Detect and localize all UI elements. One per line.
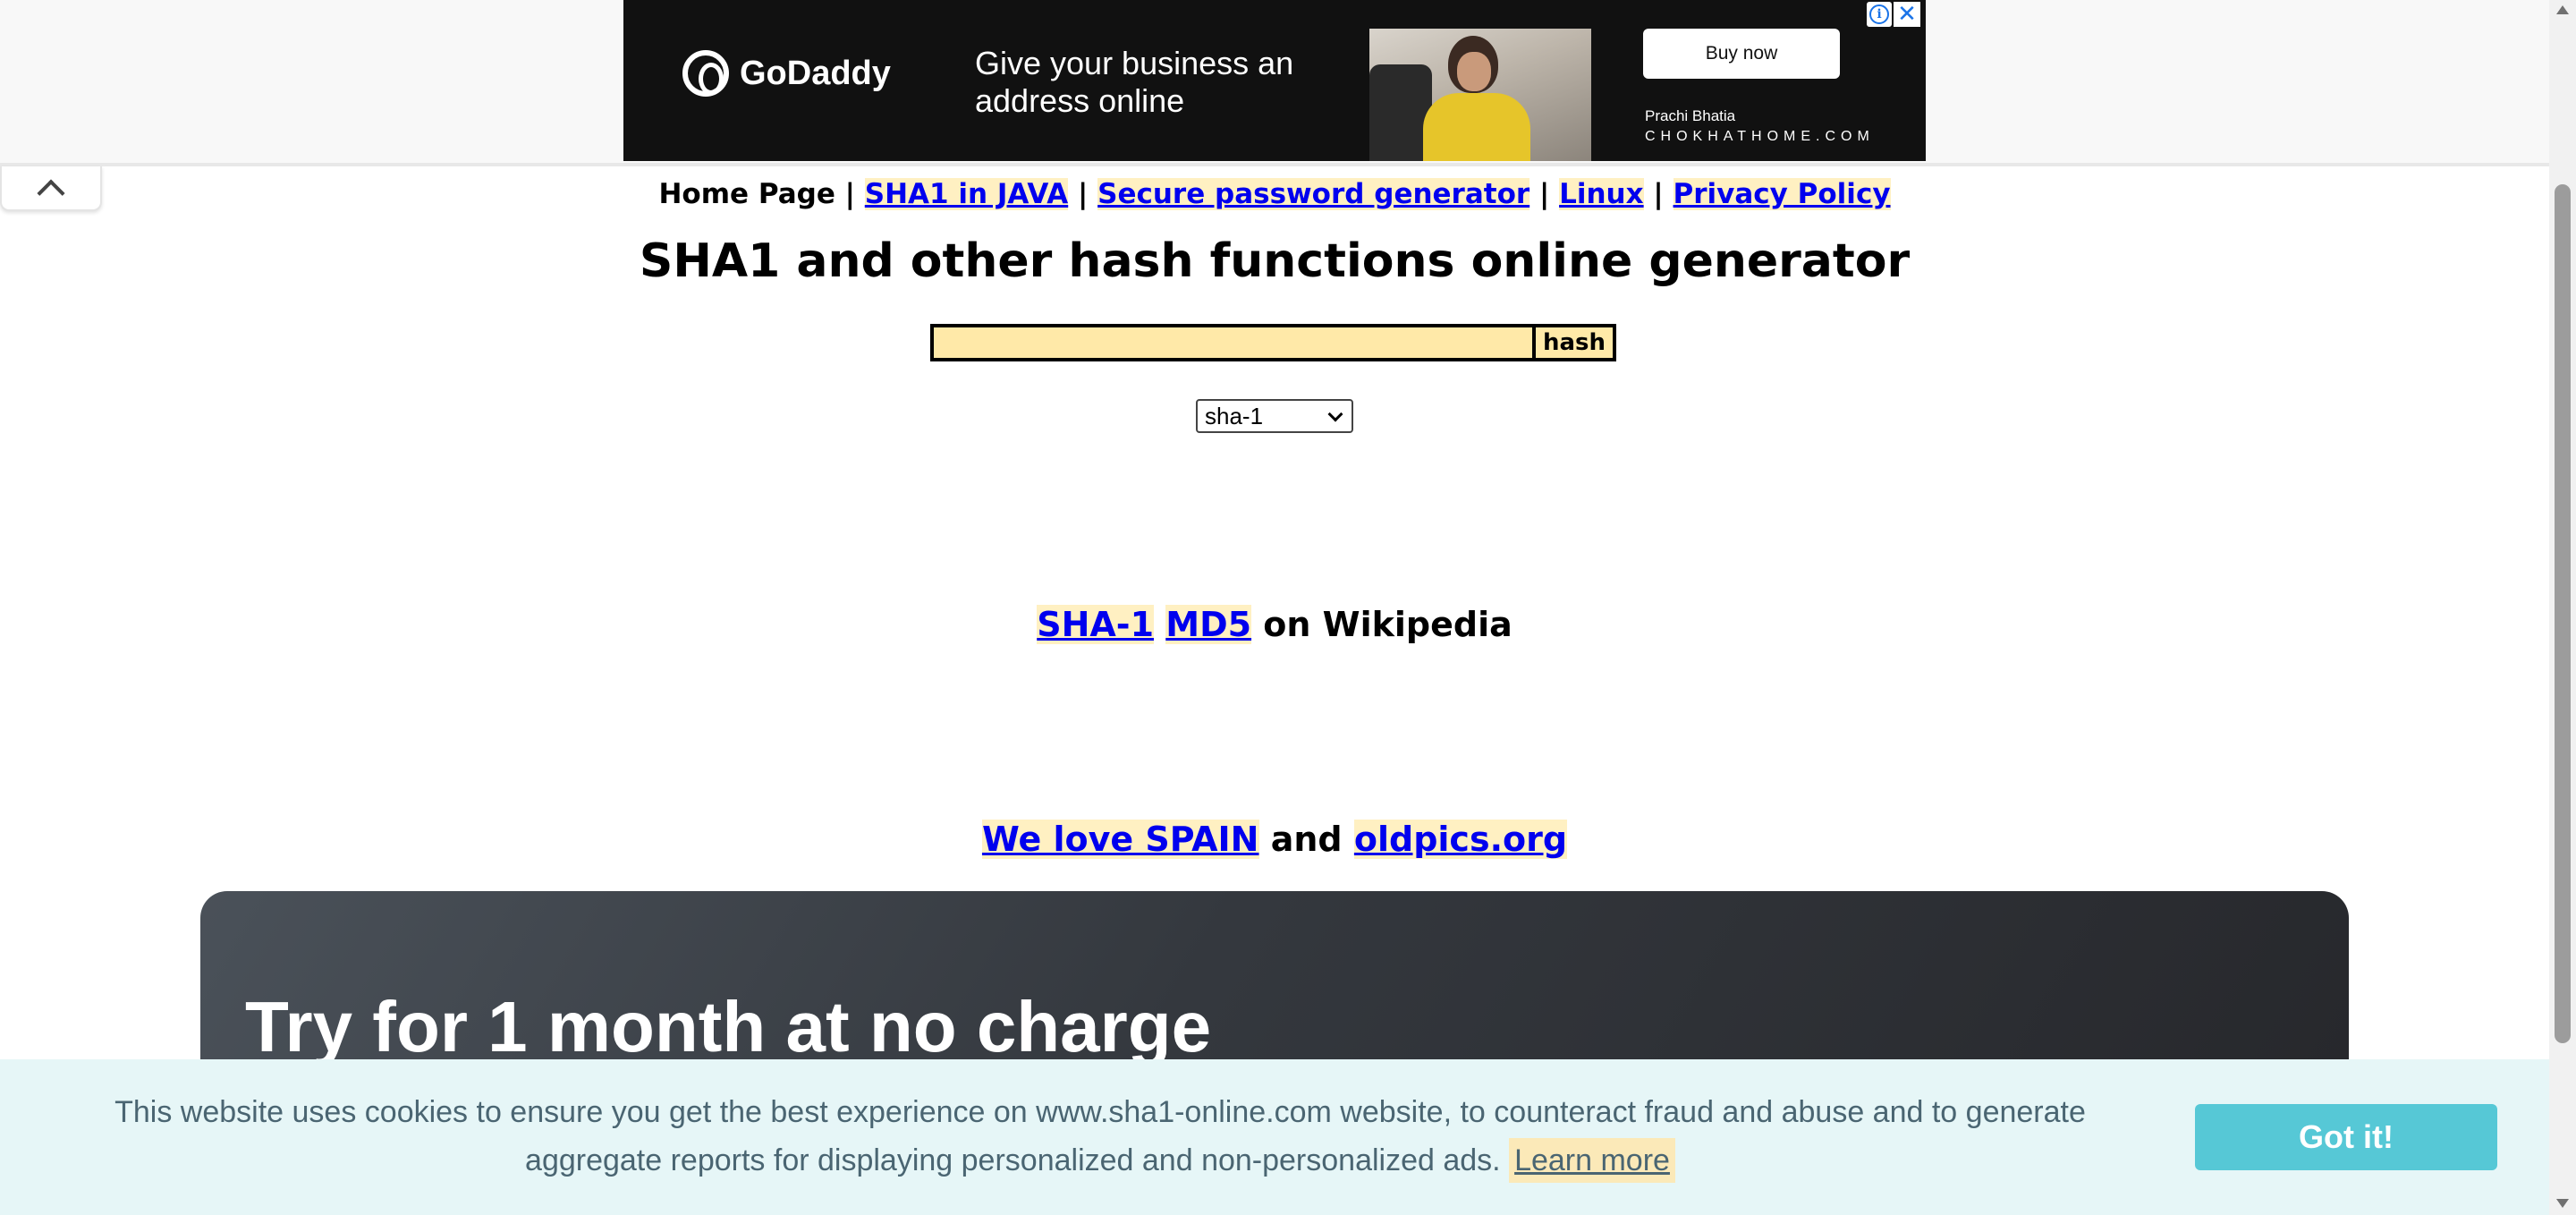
nav-home: Home Page: [658, 178, 835, 210]
cookie-message: This website uses cookies to ensure you …: [80, 1088, 2120, 1185]
hash-input[interactable]: [930, 324, 1534, 361]
nav-link-password-generator[interactable]: Secure password generator: [1097, 178, 1530, 210]
ad-brand: GoDaddy: [740, 54, 891, 92]
algorithm-selected-value: sha-1: [1205, 402, 1264, 429]
partner-links-and: and: [1270, 820, 1343, 859]
cookie-learn-more-link[interactable]: Learn more: [1509, 1138, 1675, 1183]
we-love-spain-link[interactable]: We love SPAIN: [981, 820, 1259, 859]
hash-form: hash: [930, 324, 1616, 361]
ad-site: CHOKHATHOME.COM: [1645, 129, 1875, 144]
promo-title: Try for 1 month at no charge: [245, 987, 1212, 1066]
chevron-down-icon: [1327, 406, 1343, 422]
godaddy-logo: GoDaddy: [682, 50, 891, 97]
godaddy-logo-icon: [682, 50, 729, 97]
ad-photo: [1369, 29, 1591, 161]
nav-separator: |: [844, 178, 855, 210]
ad-credit: Prachi Bhatia: [1645, 107, 1736, 124]
ad-close-icon[interactable]: ✕: [1894, 1, 1920, 28]
md5-wikipedia-link[interactable]: MD5: [1165, 605, 1252, 644]
nav-link-sha1-java[interactable]: SHA1 in JAVA: [864, 178, 1069, 210]
partner-links: We love SPAIN and oldpics.org: [0, 820, 2549, 859]
top-nav: Home Page | SHA1 in JAVA | Secure passwo…: [0, 175, 2549, 213]
sha1-wikipedia-link[interactable]: SHA-1: [1037, 605, 1155, 644]
page-title: SHA1 and other hash functions online gen…: [639, 234, 1911, 288]
hash-button[interactable]: hash: [1534, 324, 1616, 361]
ad-banner[interactable]: GoDaddy Give your business an address on…: [623, 0, 1926, 161]
ad-tagline: Give your business an address online: [975, 45, 1294, 119]
ad-buy-now-button[interactable]: Buy now: [1643, 29, 1840, 79]
scroll-up-arrow-icon[interactable]: [2556, 5, 2569, 14]
cookie-text: This website uses cookies to ensure you …: [114, 1095, 2086, 1177]
scroll-down-arrow-icon[interactable]: [2556, 1199, 2569, 1208]
ad-strip: GoDaddy Give your business an address on…: [0, 0, 2549, 166]
nav-link-linux[interactable]: Linux: [1559, 178, 1644, 210]
scrollbar[interactable]: [2549, 0, 2576, 1215]
wikipedia-suffix: on Wikipedia: [1263, 605, 1513, 644]
nav-separator: |: [1538, 178, 1550, 210]
nav-separator: |: [1653, 178, 1664, 210]
algorithm-select[interactable]: sha-1: [1196, 399, 1353, 433]
wikipedia-links: SHA-1 MD5 on Wikipedia: [0, 605, 2549, 644]
nav-separator: |: [1078, 178, 1089, 210]
scrollbar-thumb[interactable]: [2555, 184, 2571, 1043]
ad-info-icon[interactable]: i: [1867, 2, 1892, 27]
cookie-accept-button[interactable]: Got it!: [2195, 1104, 2497, 1170]
oldpics-link[interactable]: oldpics.org: [1353, 820, 1568, 859]
cookie-banner: This website uses cookies to ensure you …: [0, 1059, 2549, 1215]
nav-link-privacy-policy[interactable]: Privacy Policy: [1673, 178, 1891, 210]
